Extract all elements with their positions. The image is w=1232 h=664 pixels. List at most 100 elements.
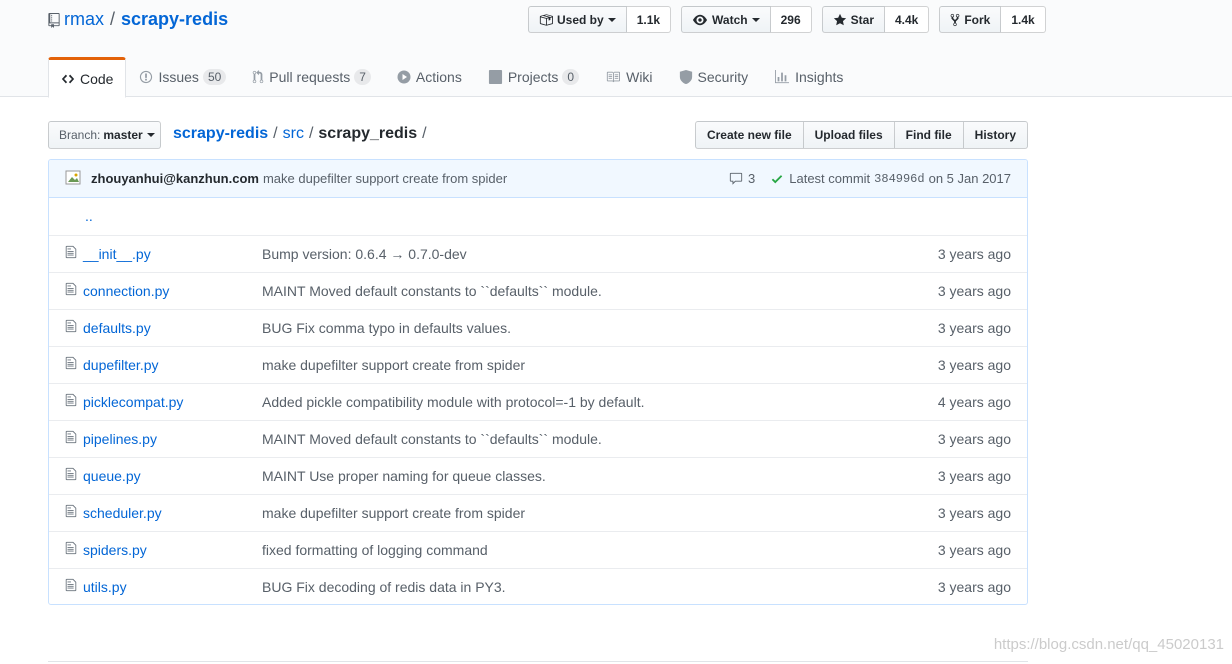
breadcrumb-repo-link[interactable]: scrapy-redis	[173, 125, 268, 143]
commit-author-link[interactable]: zhouyanhui@kanzhun.com	[91, 171, 259, 186]
star-action: Star 4.4k	[821, 6, 930, 33]
tab-insights[interactable]: Insights	[761, 57, 856, 97]
issue-icon	[140, 70, 153, 84]
repo-owner-link[interactable]: rmax	[64, 9, 104, 30]
file-icon	[65, 504, 77, 518]
tab-pull-requests-counter: 7	[354, 69, 371, 85]
branch-label: Branch:	[59, 128, 101, 142]
file-name-link[interactable]: defaults.py	[83, 320, 151, 336]
tab-pull-requests-label: Pull requests	[269, 69, 351, 85]
repo-nav-tabs: Code Issues 50 Pull requests 7 Actions P…	[48, 57, 856, 98]
commit-comments-count: 3	[748, 171, 756, 186]
upload-files-button[interactable]: Upload files	[802, 121, 895, 149]
create-new-file-button[interactable]: Create new file	[694, 121, 804, 149]
file-name-link[interactable]: connection.py	[83, 283, 169, 299]
file-commit-message-link[interactable]: make dupefilter support create from spid…	[262, 357, 525, 373]
file-commit-message-link[interactable]: MAINT Use proper naming for queue classe…	[262, 468, 546, 484]
file-commit-message-link[interactable]: make dupefilter support create from spid…	[262, 505, 525, 521]
file-commit-message-link[interactable]: BUG Fix comma typo in defaults values.	[262, 320, 511, 336]
used-by-label: Used by	[557, 12, 604, 27]
repo-title-separator: /	[110, 8, 116, 29]
fork-label: Fork	[964, 12, 991, 27]
fork-count[interactable]: 1.4k	[1001, 6, 1046, 33]
commit-message-link[interactable]: make dupefilter support create from spid…	[263, 171, 507, 186]
tab-actions[interactable]: Actions	[384, 57, 475, 97]
file-name-link[interactable]: pipelines.py	[83, 431, 157, 447]
file-table: .. __init__.py Bump version: 0.6.4 → 0.7…	[49, 198, 1027, 604]
code-icon	[61, 74, 75, 83]
file-commit-message-link[interactable]: Added pickle compatibility module with p…	[262, 394, 644, 410]
table-row: dupefilter.py make dupefilter support cr…	[49, 346, 1027, 383]
tab-pull-requests[interactable]: Pull requests 7	[239, 57, 384, 97]
table-row: __init__.py Bump version: 0.6.4 → 0.7.0-…	[49, 235, 1027, 272]
table-row: pipelines.py MAINT Moved default constan…	[49, 420, 1027, 457]
used-by-count[interactable]: 1.1k	[626, 6, 672, 33]
latest-commit-bar: zhouyanhui@kanzhun.com make dupefilter s…	[49, 160, 1027, 198]
avatar[interactable]	[65, 169, 85, 189]
file-commit-message-link[interactable]: Bump version: 0.6.4 → 0.7.0-dev	[262, 246, 467, 262]
file-name-link[interactable]: utils.py	[83, 579, 127, 595]
tab-wiki-label: Wiki	[626, 69, 653, 85]
chevron-down-icon	[146, 133, 155, 137]
fork-action: Fork 1.4k	[939, 6, 1046, 33]
used-by-button[interactable]: Used by	[528, 6, 627, 33]
watch-action: Watch 296	[681, 6, 812, 33]
file-icon	[65, 541, 77, 555]
file-browser: zhouyanhui@kanzhun.com make dupefilter s…	[48, 159, 1028, 605]
file-name-link[interactable]: scheduler.py	[83, 505, 162, 521]
file-commit-message-link[interactable]: MAINT Moved default constants to ``defau…	[262, 283, 602, 299]
find-file-button[interactable]: Find file	[893, 121, 964, 149]
file-age: 3 years ago	[937, 245, 1011, 262]
star-button[interactable]: Star	[821, 6, 885, 33]
file-commit-message-link[interactable]: fixed formatting of logging command	[262, 542, 488, 558]
eye-icon	[693, 14, 708, 25]
project-icon	[488, 70, 502, 84]
fork-button[interactable]: Fork	[939, 6, 1002, 33]
file-age: 4 years ago	[937, 393, 1011, 410]
file-navigation: Branch: master scrapy-redis / src / scra…	[48, 121, 1028, 149]
commit-comments-link[interactable]: 3	[728, 171, 755, 186]
file-commit-message-link[interactable]: MAINT Moved default constants to ``defau…	[262, 431, 602, 447]
shield-icon	[679, 70, 692, 84]
breadcrumb-separator: /	[273, 125, 278, 142]
tab-issues-counter: 50	[202, 69, 227, 85]
tab-wiki[interactable]: Wiki	[592, 57, 665, 97]
file-age: 3 years ago	[937, 504, 1011, 521]
book-icon	[606, 71, 621, 83]
file-name-link[interactable]: picklecompat.py	[83, 394, 183, 410]
parent-directory-link[interactable]: ..	[85, 208, 93, 224]
breadcrumb-src-link[interactable]: src	[283, 125, 304, 143]
play-icon	[397, 70, 411, 84]
file-name-link[interactable]: spiders.py	[83, 542, 147, 558]
tab-security[interactable]: Security	[666, 57, 762, 97]
tab-projects[interactable]: Projects 0	[475, 57, 592, 97]
tab-code[interactable]: Code	[48, 57, 127, 98]
package-icon	[539, 13, 553, 26]
table-row: picklecompat.py Added pickle compatibili…	[49, 383, 1027, 420]
commit-date: on 5 Jan 2017	[928, 171, 1011, 186]
file-icon	[65, 467, 77, 481]
file-name-link[interactable]: queue.py	[83, 468, 141, 484]
repo-actions: Used by 1.1k Watch 296 Star 4.4k Fork 1.…	[528, 6, 1056, 33]
file-commit-message-link[interactable]: BUG Fix decoding of redis data in PY3.	[262, 579, 506, 595]
repo-name-link[interactable]: scrapy-redis	[121, 9, 228, 30]
fork-icon	[950, 13, 960, 26]
file-age: 3 years ago	[937, 430, 1011, 447]
watch-count[interactable]: 296	[770, 6, 812, 33]
star-count[interactable]: 4.4k	[884, 6, 930, 33]
file-name-link[interactable]: dupefilter.py	[83, 357, 159, 373]
watch-button[interactable]: Watch	[681, 6, 771, 33]
commit-sha-link[interactable]: 384996d	[874, 172, 924, 186]
check-icon	[772, 174, 783, 183]
tab-code-label: Code	[80, 70, 114, 87]
history-button[interactable]: History	[962, 121, 1028, 149]
latest-commit-label: Latest commit	[789, 171, 871, 186]
watch-label: Watch	[712, 12, 748, 27]
commit-meta: 3 Latest commit 384996d on 5 Jan 2017	[728, 171, 1011, 186]
file-name-link[interactable]: __init__.py	[83, 246, 151, 262]
breadcrumb-current-dir: scrapy_redis	[318, 125, 418, 142]
tab-issues[interactable]: Issues 50	[126, 57, 239, 97]
branch-select-button[interactable]: Branch: master	[48, 121, 161, 149]
table-row-updir: ..	[49, 198, 1027, 235]
breadcrumb-separator: /	[308, 125, 314, 142]
